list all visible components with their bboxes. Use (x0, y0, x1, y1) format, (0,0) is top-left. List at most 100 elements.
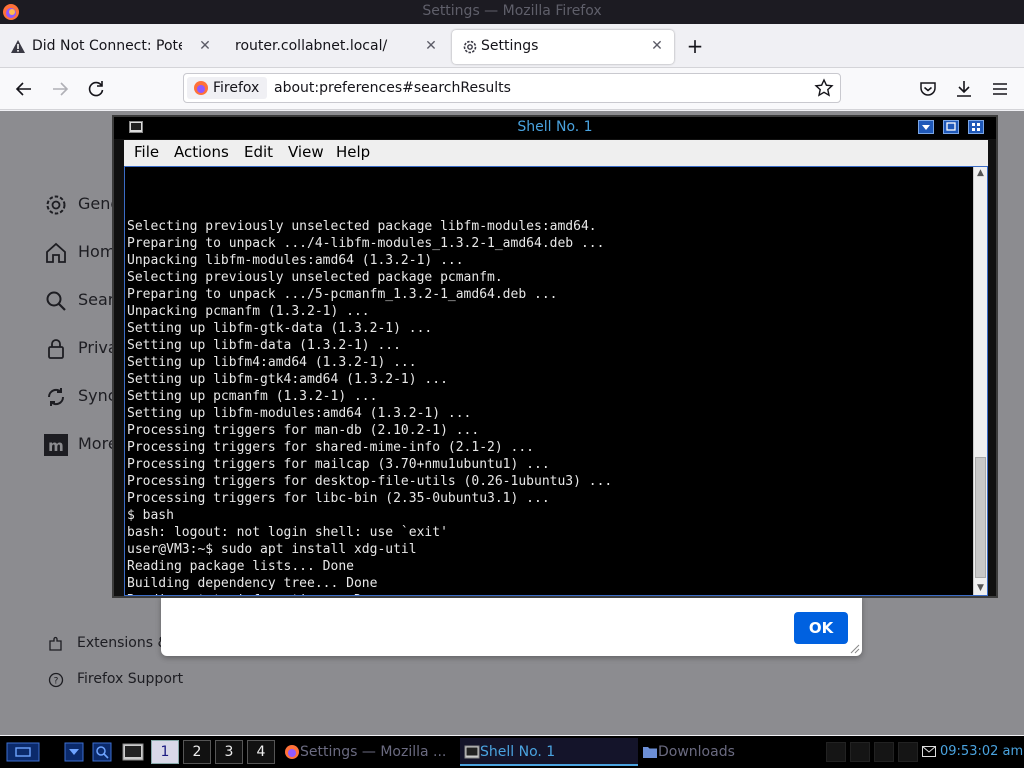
forward-icon[interactable] (49, 78, 71, 100)
tray-item[interactable] (850, 742, 870, 762)
desktop-1-button[interactable]: 1 (151, 740, 179, 764)
terminal-line: Setting up libfm-gtk4:amd64 (1.3.2-1) ..… (127, 372, 448, 387)
desktop-2-button[interactable]: 2 (183, 740, 211, 764)
terminal-icon (464, 745, 480, 759)
sidebar-item-label: Firefox Support (77, 671, 184, 687)
tab-label: Did Not Connect: Potenti (32, 38, 182, 54)
mozilla-icon: m (44, 434, 68, 456)
scroll-down-icon[interactable]: ▼ (974, 582, 987, 595)
new-tab-button[interactable]: + (684, 36, 706, 58)
gear-icon (463, 40, 477, 54)
desktop-3-button[interactable]: 3 (215, 740, 243, 764)
terminal-line: Setting up libfm-gtk-data (1.3.2-1) ... (127, 321, 433, 336)
minimize-icon (922, 125, 930, 130)
search-icon[interactable] (92, 742, 112, 762)
svg-text:m: m (48, 437, 64, 455)
tab-label: Settings (481, 38, 539, 54)
terminal-output[interactable]: Selecting previously unselected package … (124, 166, 988, 596)
app-menu-icon[interactable] (6, 742, 40, 762)
folder-icon (643, 747, 657, 758)
terminal-line: Processing triggers for man-db (2.10.2-1… (127, 423, 480, 438)
terminal-line: bash: logout: not login shell: use `exit… (127, 525, 448, 540)
task-firefox[interactable]: Settings — Mozilla ... (280, 738, 458, 766)
menu-help[interactable]: Help (336, 143, 370, 161)
terminal-line: Reading state information... Done (127, 592, 972, 595)
window-title: Settings — Mozilla Firefox (422, 3, 602, 19)
task-downloads[interactable]: Downloads (638, 738, 788, 766)
terminal-line: Selecting previously unselected package … (127, 270, 503, 285)
url-text[interactable]: about:preferences#searchResults (274, 80, 511, 96)
pocket-icon[interactable] (917, 78, 939, 100)
terminal-line: $ bash (127, 508, 174, 523)
gear-icon (46, 195, 66, 215)
resize-grip-icon[interactable] (850, 644, 860, 654)
tab-did-not-connect[interactable]: Did Not Connect: Potenti ✕ (0, 30, 222, 64)
tab-strip: Did Not Connect: Potenti ✕ router.collab… (0, 24, 1024, 68)
terminal-line: Preparing to unpack .../5-pcmanfm_1.3.2-… (127, 287, 558, 302)
tray-item[interactable] (874, 742, 894, 762)
home-icon (46, 242, 66, 263)
task-label: Settings — Mozilla ... (300, 744, 447, 760)
menu-icon[interactable] (989, 78, 1011, 100)
terminal-line: Setting up libfm-data (1.3.2-1) ... (127, 338, 401, 353)
shell-window: Shell No. 1 File Actions Edit View Help … (112, 115, 998, 598)
window-list-icon[interactable] (64, 742, 84, 762)
menu-file[interactable]: File (134, 143, 159, 161)
mail-icon[interactable] (922, 746, 936, 757)
firefox-icon (194, 81, 208, 95)
shell-titlebar[interactable]: Shell No. 1 (114, 117, 996, 139)
shell-title: Shell No. 1 (517, 119, 593, 135)
terminal-launcher-icon[interactable] (122, 742, 144, 762)
lock-icon (48, 339, 64, 359)
terminal-line: Unpacking libfm-modules:amd64 (1.3.2-1) … (127, 253, 464, 268)
tab-close-icon[interactable]: ✕ (648, 37, 666, 55)
task-label: Downloads (658, 744, 735, 760)
terminal-line: Selecting previously unselected package … (127, 219, 597, 234)
terminal-line: Preparing to unpack .../4-libfm-modules_… (127, 236, 605, 251)
shell-menubar: File Actions Edit View Help (124, 140, 988, 166)
search-icon (46, 291, 66, 311)
tab-settings[interactable]: Settings ✕ (452, 30, 674, 64)
warning-icon (11, 40, 25, 53)
taskbar: 1 2 3 4 Settings — Mozilla ... Shell No.… (0, 736, 1024, 768)
nav-bar: Firefox about:preferences#searchResults (0, 68, 1024, 110)
tab-label: router.collabnet.local/ (235, 38, 388, 54)
menu-actions[interactable]: Actions (174, 143, 229, 161)
terminal-line: Processing triggers for libc-bin (2.35-0… (127, 491, 550, 506)
back-icon[interactable] (13, 78, 35, 100)
terminal-line: Setting up pcmanfm (1.3.2-1) ... (127, 389, 378, 404)
tab-close-icon[interactable]: ✕ (422, 37, 440, 55)
bookmark-star-icon[interactable] (814, 78, 834, 98)
url-bar[interactable]: Firefox about:preferences#searchResults (183, 73, 841, 103)
help-icon: ? (48, 672, 64, 688)
downloads-icon[interactable] (953, 78, 975, 100)
terminal-line: Processing triggers for mailcap (3.70+nm… (127, 457, 550, 472)
maximize-button[interactable] (943, 120, 959, 134)
terminal-line: Processing triggers for desktop-file-uti… (127, 474, 613, 489)
close-button[interactable] (968, 120, 984, 134)
terminal-line: Building dependency tree... Done (127, 576, 378, 591)
terminal-scrollbar[interactable]: ▲ ▼ (973, 167, 987, 595)
menu-view[interactable]: View (288, 143, 324, 161)
clock: 09:53:02 am (940, 744, 1024, 759)
reload-icon[interactable] (85, 78, 107, 100)
desktop-4-button[interactable]: 4 (247, 740, 275, 764)
identity-box[interactable]: Firefox (187, 77, 268, 99)
ok-button[interactable]: OK (794, 612, 848, 644)
minimize-button[interactable] (918, 120, 934, 134)
close-icon (972, 123, 980, 131)
terminal-line: Reading package lists... Done (127, 559, 354, 574)
terminal-line: Setting up libfm4:amd64 (1.3.2-1) ... (127, 355, 417, 370)
scroll-thumb[interactable] (975, 457, 986, 578)
sync-icon (47, 388, 65, 406)
tab-router[interactable]: router.collabnet.local/ ✕ (222, 30, 448, 64)
scroll-up-icon[interactable]: ▲ (974, 167, 987, 180)
tray-item[interactable] (826, 742, 846, 762)
sidebar-item-label: Sync (78, 386, 117, 405)
tray-item[interactable] (898, 742, 918, 762)
tab-close-icon[interactable]: ✕ (196, 37, 214, 55)
menu-edit[interactable]: Edit (244, 143, 273, 161)
task-shell[interactable]: Shell No. 1 (460, 738, 638, 766)
terminal-lines: Selecting previously unselected package … (127, 167, 972, 595)
puzzle-icon (49, 636, 62, 651)
